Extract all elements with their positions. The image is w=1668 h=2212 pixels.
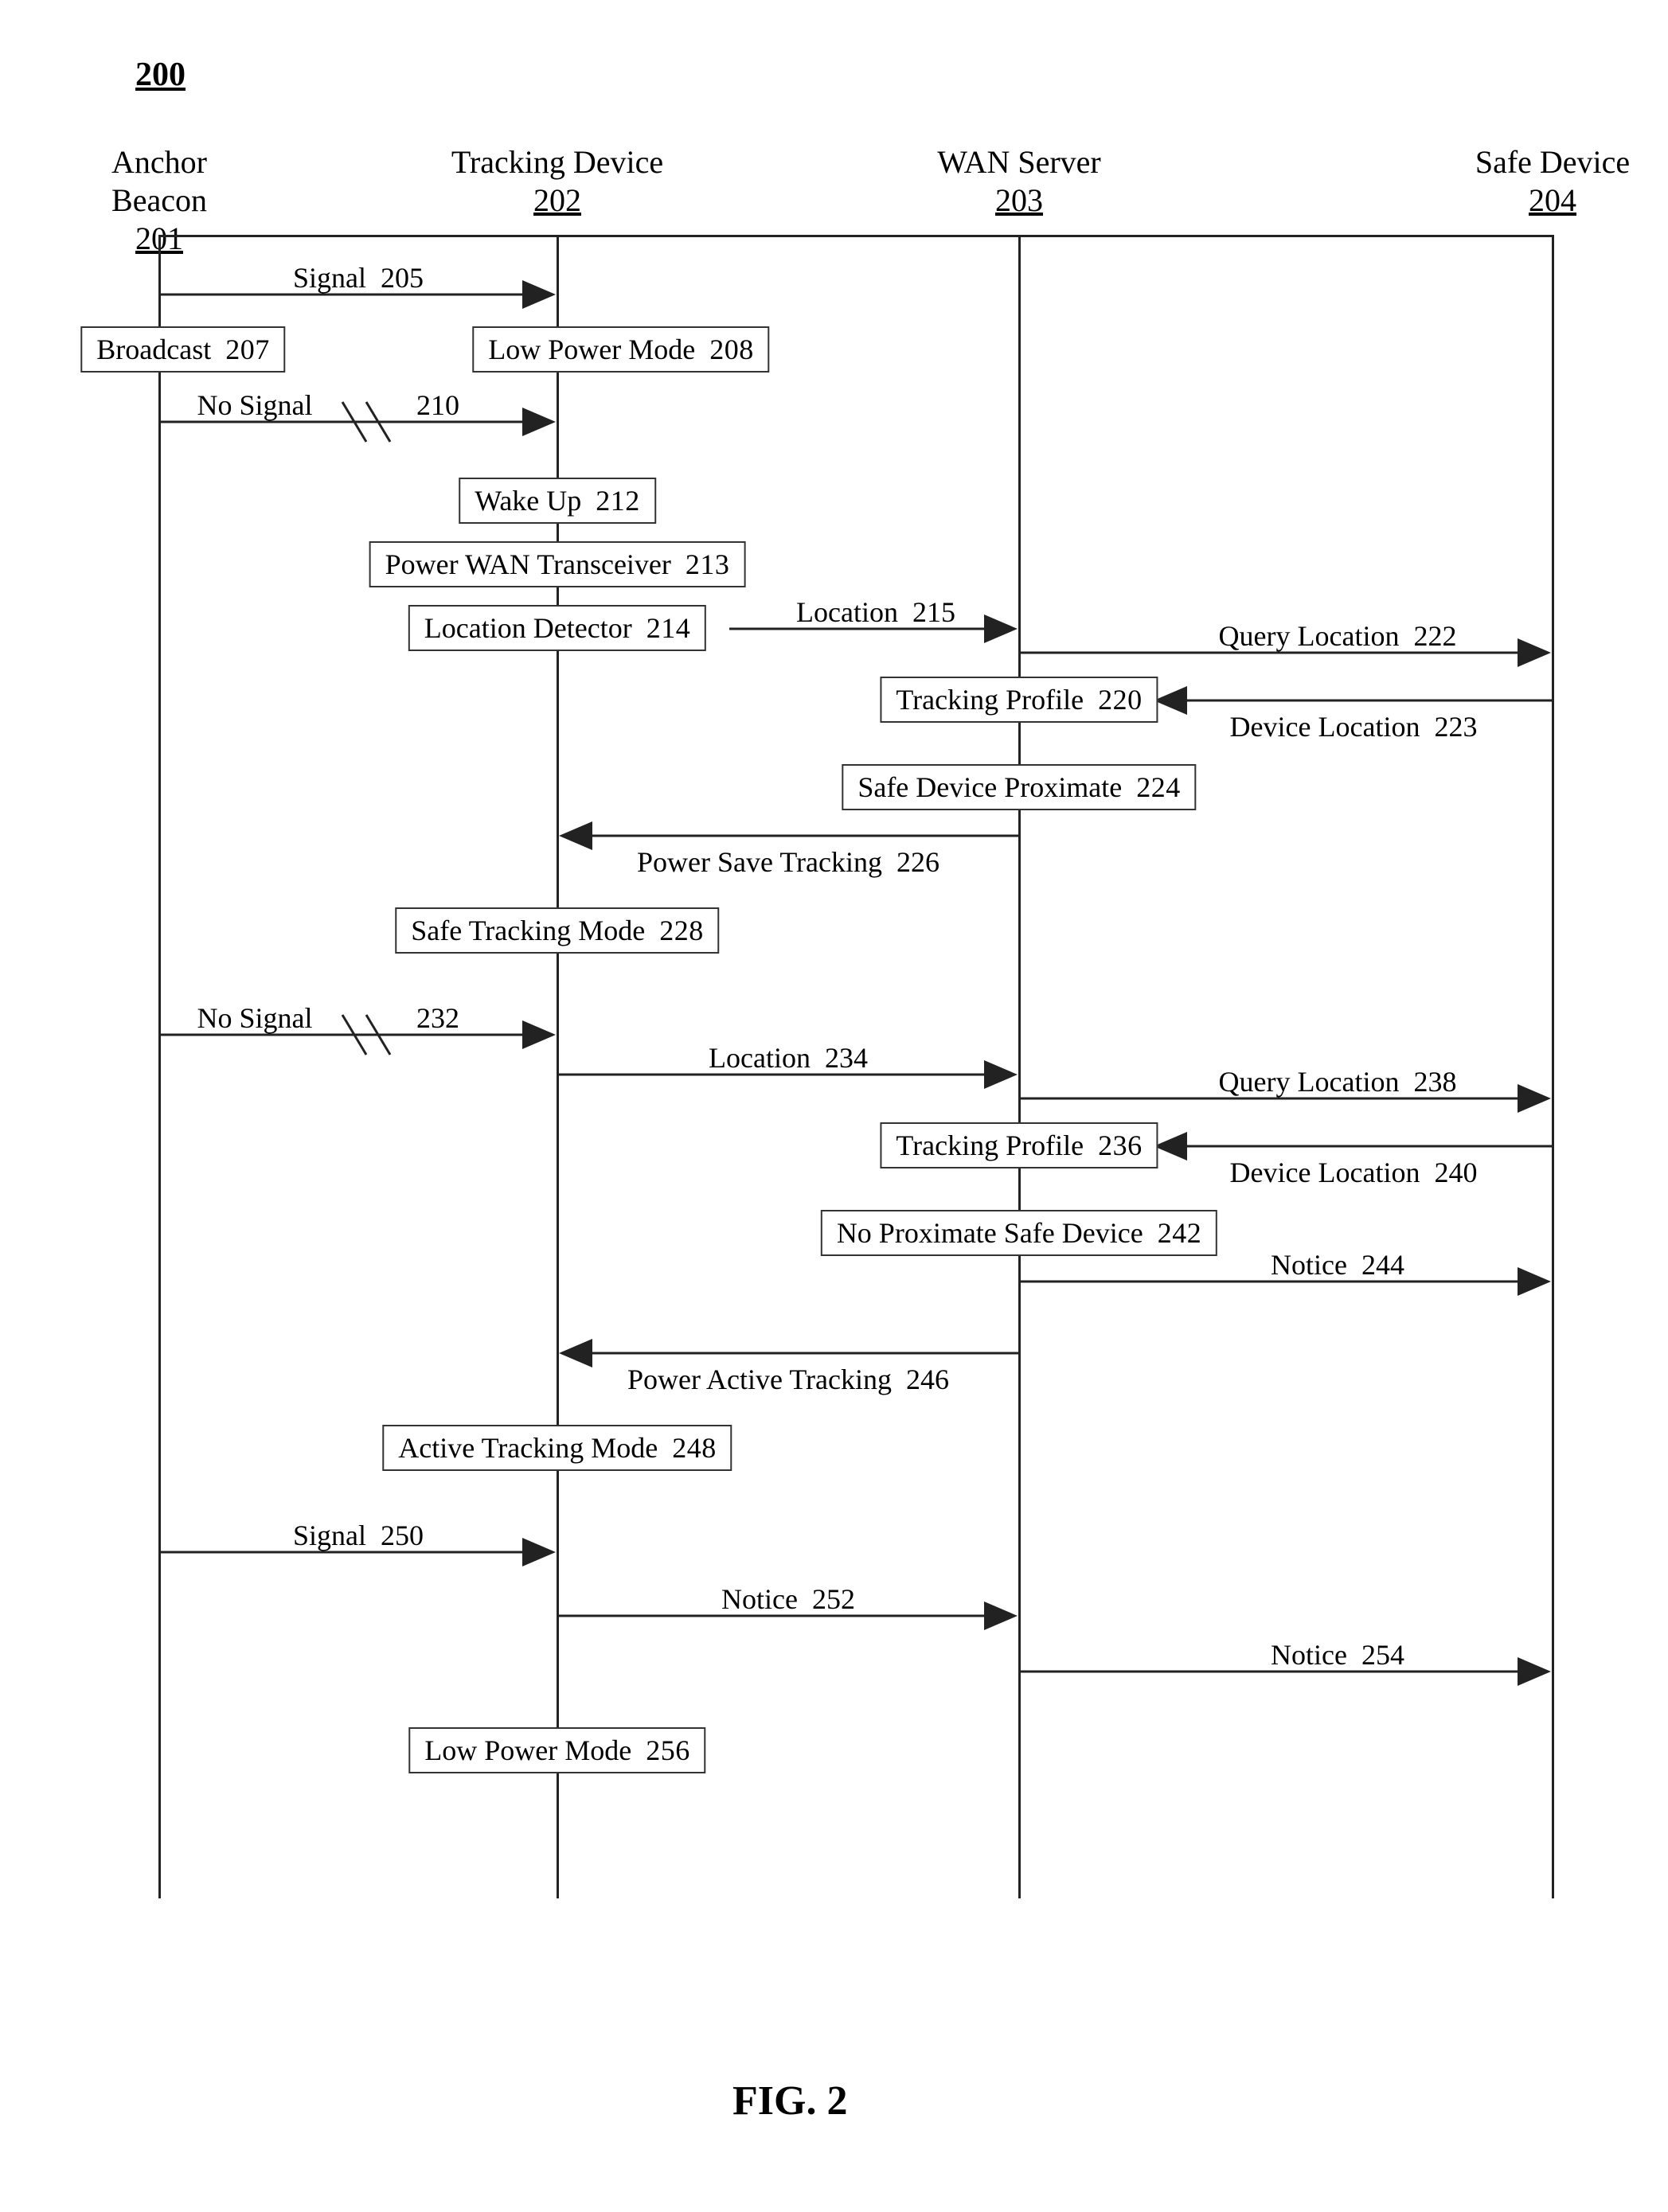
msg-notice-244: Notice 244 [1271,1248,1404,1282]
sequence-diagram: Anchor Beacon 201 Tracking Device 202 WA… [48,143,1620,1974]
lane-title: WAN Server [924,143,1115,181]
msg-query-222: Query Location 222 [1219,619,1457,653]
box-lowpower-208: Low Power Mode 208 [472,326,769,373]
lane-title: Anchor Beacon [64,143,255,220]
msg-save-226: Power Save Tracking 226 [637,845,939,879]
lifeline-wan [1018,235,1021,1898]
box-locdet-214: Location Detector 214 [408,605,706,651]
box-broadcast-207: Broadcast 207 [80,326,285,373]
lane-id: 203 [924,181,1115,220]
figure-number: 200 [135,56,186,94]
lane-id: 202 [446,181,669,220]
msg-signal-250: Signal 250 [293,1519,424,1552]
box-lowpower-256: Low Power Mode 256 [408,1727,705,1773]
msg-nosignal-232-num: 232 [416,1001,459,1035]
lane-header: Safe Device 204 [1465,143,1640,220]
box-profile-236: Tracking Profile 236 [880,1122,1158,1168]
msg-signal-205: Signal 205 [293,261,424,295]
msg-nosignal-210-num: 210 [416,388,459,422]
msg-devloc-223: Device Location 223 [1230,710,1478,743]
lifeline-safe [1552,235,1554,1898]
box-safeprox-224: Safe Device Proximate 224 [842,764,1196,810]
lane-header: Tracking Device 202 [446,143,669,220]
msg-devloc-240: Device Location 240 [1230,1156,1478,1189]
msg-nosignal-232: No Signal [197,1001,312,1035]
box-noprox-242: No Proximate Safe Device 242 [821,1210,1217,1256]
lifeline-anchor [158,235,161,1898]
lane-title: Tracking Device [446,143,669,181]
msg-active-246: Power Active Tracking 246 [627,1363,949,1396]
msg-notice-254: Notice 254 [1271,1638,1404,1672]
msg-location-234: Location 234 [709,1041,868,1075]
msg-nosignal-210: No Signal [197,388,312,422]
box-wakeup-212: Wake Up 212 [459,478,656,524]
msg-query-238: Query Location 238 [1219,1065,1457,1098]
msg-location-215: Location 215 [796,595,955,629]
box-profile-220: Tracking Profile 220 [880,677,1158,723]
lane-top-bar [159,235,1553,237]
box-safetrack-228: Safe Tracking Mode 228 [395,907,719,954]
figure-label: FIG. 2 [732,2077,847,2124]
lane-id: 204 [1465,181,1640,220]
box-wantx-213: Power WAN Transceiver 213 [369,541,746,587]
msg-notice-252: Notice 252 [721,1582,855,1616]
lane-title: Safe Device [1465,143,1640,181]
box-activetrack-248: Active Tracking Mode 248 [382,1425,732,1471]
lane-header: WAN Server 203 [924,143,1115,220]
